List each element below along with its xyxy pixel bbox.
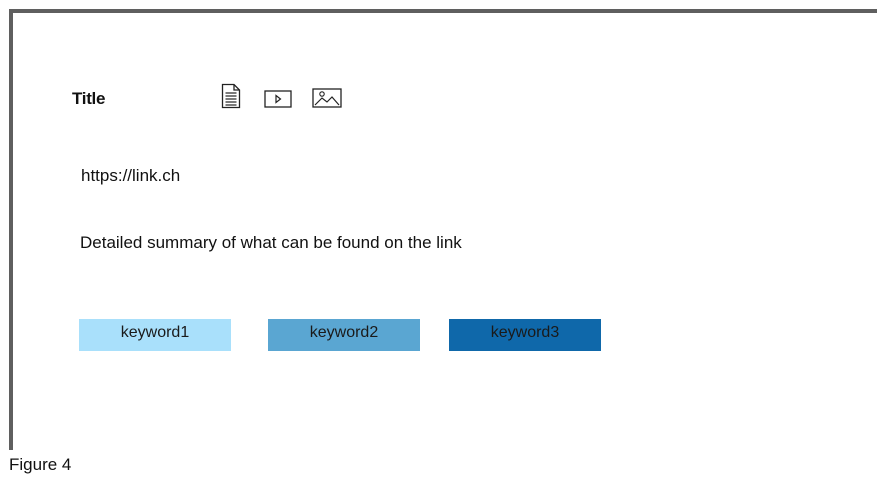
frame-left-border — [9, 9, 13, 450]
keyword-tag-3[interactable]: keyword3 — [449, 319, 601, 351]
document-icon[interactable] — [221, 83, 241, 109]
link-summary: Detailed summary of what can be found on… — [80, 233, 462, 252]
figure-caption: Figure 4 — [9, 455, 72, 474]
image-icon[interactable] — [312, 88, 342, 108]
video-icon[interactable] — [264, 90, 292, 108]
keyword-tag-1[interactable]: keyword1 — [79, 319, 231, 351]
keyword-tag-2[interactable]: keyword2 — [268, 319, 420, 351]
link-url[interactable]: https://link.ch — [81, 166, 180, 186]
frame-top-border — [9, 9, 877, 13]
card-title: Title — [72, 89, 106, 108]
